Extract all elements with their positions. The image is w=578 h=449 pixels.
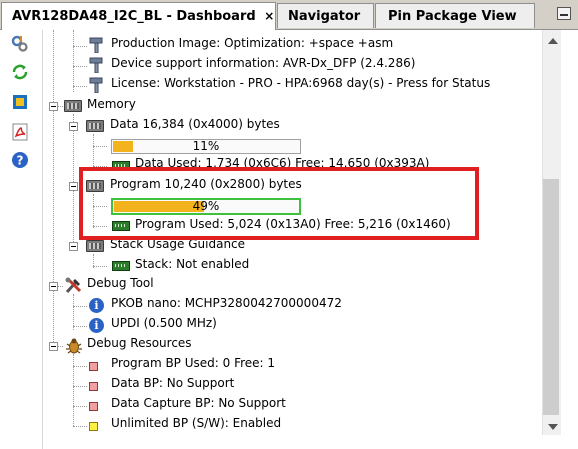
memory-label: Memory <box>87 97 136 111</box>
tab-dashboard[interactable]: AVR128DA48_I2C_BL - Dashboard × <box>1 2 276 30</box>
close-icon[interactable]: × <box>264 9 274 23</box>
help-icon[interactable]: ? <box>10 150 30 170</box>
tab-pin-package-label: Pin Package View <box>388 9 517 24</box>
license-label: License: Workstation - PRO - HPA:6968 da… <box>111 76 491 90</box>
hammer-icon <box>89 57 103 73</box>
data-capture-bp-label: Data Capture BP: No Support <box>111 396 286 410</box>
stack-value: Stack: Not enabled <box>135 257 250 271</box>
tools-icon <box>65 277 82 294</box>
refresh-icon[interactable] <box>10 62 30 82</box>
collapse-icon[interactable] <box>49 102 58 111</box>
tab-navigator-label: Navigator <box>288 9 361 24</box>
production-image-label: Production Image: Optimization: +space +… <box>111 36 394 50</box>
collapse-icon[interactable] <box>69 242 78 251</box>
settings-icon[interactable] <box>10 34 30 54</box>
tab-pin-package-view[interactable]: Pin Package View <box>375 3 535 28</box>
minimize-icon[interactable] <box>557 7 571 20</box>
hammer-icon <box>89 37 103 53</box>
memory-icon <box>64 100 82 112</box>
info-icon: i <box>89 318 104 333</box>
collapse-icon[interactable] <box>49 282 58 291</box>
debug-tool-pkob: PKOB nano: MCHP3280042700000472 <box>111 296 342 310</box>
svg-text:?: ? <box>17 154 24 168</box>
chip-icon <box>112 261 130 271</box>
info-icon: i <box>89 298 104 313</box>
program-bp-label: Program BP Used: 0 Free: 1 <box>111 356 276 370</box>
breakpoint-status-icon <box>89 362 98 371</box>
tab-dashboard-label: AVR128DA48_I2C_BL - Dashboard <box>12 9 256 24</box>
memory-icon <box>86 120 104 132</box>
tab-bar: AVR128DA48_I2C_BL - Dashboard × Navigato… <box>0 0 578 30</box>
chip-icon[interactable] <box>10 92 30 112</box>
tab-navigator[interactable]: Navigator <box>277 3 374 28</box>
unlimited-bp-label: Unlimited BP (S/W): Enabled <box>111 416 282 430</box>
debug-tool-label: Debug Tool <box>87 276 154 290</box>
scroll-down-icon[interactable] <box>548 424 558 430</box>
device-support-label: Device support information: AVR-Dx_DFP (… <box>111 56 416 70</box>
data-usage-percent: 11% <box>192 139 220 153</box>
collapse-icon[interactable] <box>69 182 78 191</box>
data-bp-label: Data BP: No Support <box>111 376 235 390</box>
breakpoint-status-icon <box>89 402 98 411</box>
breakpoint-status-icon <box>89 422 98 431</box>
scrollbar-thumb[interactable] <box>543 179 559 415</box>
data-memory-label: Data 16,384 (0x4000) bytes <box>110 117 280 131</box>
bug-icon <box>66 338 82 354</box>
breakpoint-status-icon <box>89 382 98 391</box>
collapse-icon[interactable] <box>69 122 78 131</box>
scroll-up-icon[interactable] <box>548 38 558 44</box>
collapse-icon[interactable] <box>49 342 58 351</box>
debug-tool-updi: UPDI (0.500 MHz) <box>111 316 217 330</box>
data-usage-progress: 11% <box>111 139 301 154</box>
memory-icon <box>86 240 104 252</box>
hammer-icon <box>89 77 103 93</box>
pdf-icon[interactable] <box>10 122 30 142</box>
debug-resources-label: Debug Resources <box>87 336 192 350</box>
side-toolbar: ? <box>0 30 43 449</box>
program-memory-highlight <box>79 167 479 240</box>
